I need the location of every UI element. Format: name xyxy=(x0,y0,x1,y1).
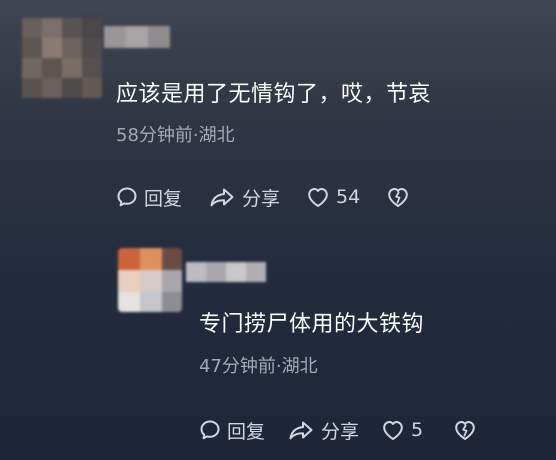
like-button[interactable]: 54 xyxy=(306,186,360,208)
comment-meta: 47分钟前·湖北 xyxy=(199,356,318,377)
comment-actions: 回复 分享 5 xyxy=(199,413,477,447)
reply-label: 回复 xyxy=(144,187,183,210)
reply-label: 回复 xyxy=(227,420,266,443)
like-button[interactable]: 5 xyxy=(381,419,423,441)
broken-heart-icon xyxy=(455,421,475,440)
share-arrow-icon xyxy=(289,421,313,440)
share-button[interactable]: 分享 xyxy=(287,417,359,444)
comment-bubble-icon xyxy=(117,187,137,207)
comment-text: 应该是用了无情钩了，哎，节哀 xyxy=(116,82,432,107)
username-blurred[interactable] xyxy=(104,26,170,48)
share-label: 分享 xyxy=(321,420,360,443)
comment-text: 专门捞尸体用的大铁钩 xyxy=(199,312,425,337)
share-label: 分享 xyxy=(242,187,281,210)
like-count: 5 xyxy=(411,419,424,441)
reply-button[interactable]: 回复 xyxy=(116,184,182,211)
share-arrow-icon xyxy=(210,188,234,207)
dislike-button[interactable] xyxy=(386,186,410,208)
broken-heart-icon xyxy=(388,188,409,207)
comment-actions: 回复 分享 54 xyxy=(116,180,410,214)
like-count: 54 xyxy=(336,186,361,208)
heart-outline-icon xyxy=(383,421,403,440)
comment-thread: 应该是用了无情钩了，哎，节哀 58分钟前·湖北 回复 分享 54 专门捞尸体用的… xyxy=(0,0,556,460)
reply-button[interactable]: 回复 xyxy=(199,417,265,444)
username-blurred[interactable] xyxy=(186,262,266,282)
comment-meta: 58分钟前·湖北 xyxy=(116,125,235,146)
comment-bubble-icon xyxy=(200,420,220,440)
heart-outline-icon xyxy=(308,188,328,207)
share-button[interactable]: 分享 xyxy=(208,184,280,211)
avatar[interactable] xyxy=(22,18,102,98)
dislike-button[interactable] xyxy=(453,419,477,441)
avatar[interactable] xyxy=(118,248,182,312)
